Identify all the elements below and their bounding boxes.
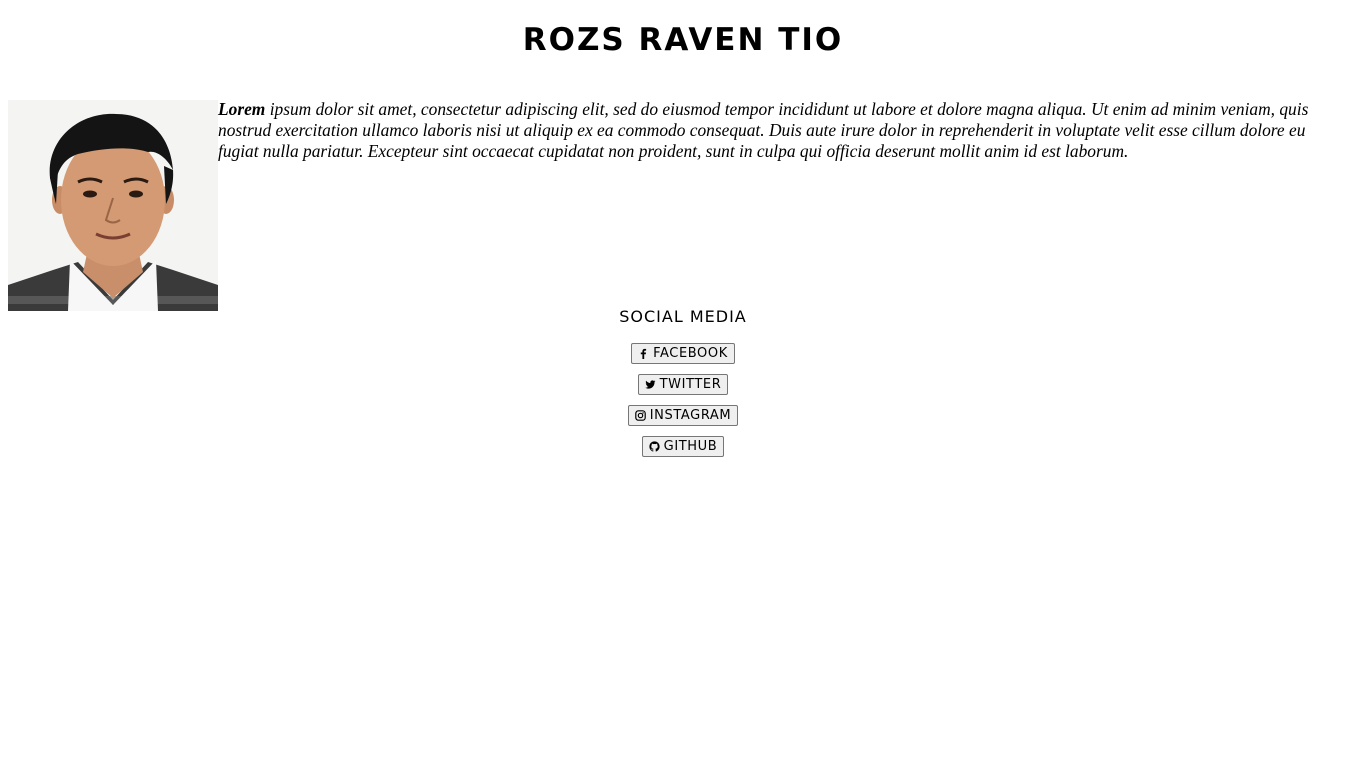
twitter-button[interactable]: TWITTER (637, 374, 729, 395)
instagram-label: INSTAGRAM (649, 408, 732, 423)
social-list: FACEBOOK TWITTER INSTAGRAM GITHUB (0, 343, 1366, 467)
page-title: ROZS RAVEN TIO (522, 22, 844, 58)
twitter-icon (644, 379, 656, 390)
facebook-button[interactable]: FACEBOOK (631, 343, 735, 364)
facebook-icon (638, 348, 649, 359)
profile-photo (8, 100, 218, 311)
github-button[interactable]: GITHUB (641, 436, 725, 457)
github-label: GITHUB (663, 439, 718, 454)
instagram-icon (634, 410, 646, 421)
social-media-section: SOCIAL MEDIA FACEBOOK TWITTER INSTAGRAM … (0, 306, 1366, 467)
bio-lead-word: Lorem (218, 99, 266, 119)
facebook-label: FACEBOOK (653, 346, 728, 361)
github-icon (649, 441, 660, 452)
bio-paragraph: Lorem ipsum dolor sit amet, consectetur … (218, 99, 1318, 162)
twitter-label: TWITTER (659, 377, 722, 392)
social-heading: SOCIAL MEDIA (619, 307, 747, 326)
page: ROZS RAVEN TIO Lorem ipsum dolor sit ame… (0, 0, 1366, 768)
instagram-button[interactable]: INSTAGRAM (627, 405, 739, 426)
bio-text: ipsum dolor sit amet, consectetur adipis… (218, 99, 1309, 161)
